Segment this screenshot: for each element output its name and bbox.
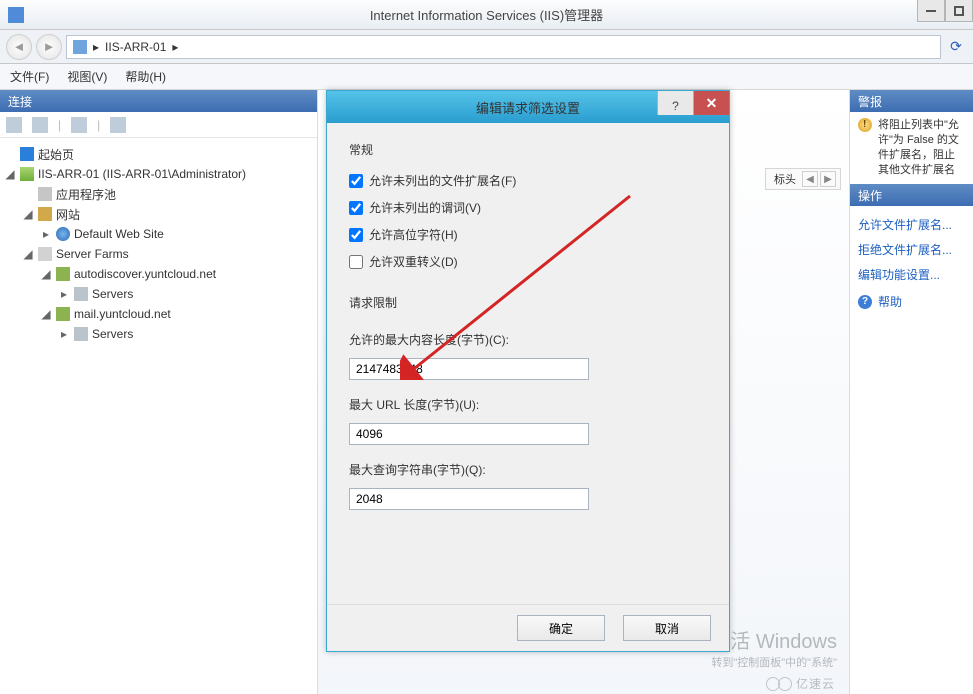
connections-title: 连接	[0, 90, 317, 112]
window-buttons	[917, 0, 973, 22]
label-max-content: 允许的最大内容长度(字节)(C):	[349, 331, 707, 348]
center-toolstrip: 标头 ◀ ▶	[765, 168, 841, 190]
breadcrumb[interactable]: ▸ IIS-ARR-01 ▸	[66, 35, 941, 59]
label-max-query: 最大查询字符串(字节)(Q):	[349, 461, 707, 478]
dialog-close-button[interactable]: ✕	[693, 91, 729, 115]
input-max-content[interactable]	[349, 358, 589, 380]
checkbox-double-escape[interactable]: 允许双重转义(D)	[349, 253, 707, 270]
connections-tree: 起始页 ◢IIS-ARR-01 (IIS-ARR-01\Administrato…	[0, 138, 317, 694]
checkbox-allow-ext-input[interactable]	[349, 174, 363, 188]
alert-text: 将阻止列表中"允许"为 False 的文件扩展名，阻止其他文件扩展名	[878, 118, 965, 178]
tree-app-pools[interactable]: 应用程序池	[4, 184, 313, 204]
nav-back-button[interactable]: ◄	[6, 34, 32, 60]
nav-forward-button[interactable]: ►	[36, 34, 62, 60]
toolbar-icon[interactable]	[6, 117, 22, 133]
refresh-button[interactable]: ⟳	[945, 36, 967, 58]
tree-farm-mail[interactable]: ◢mail.yuntcloud.net	[4, 304, 313, 324]
tree-start-page[interactable]: 起始页	[4, 144, 313, 164]
checkbox-highbit-input[interactable]	[349, 228, 363, 242]
group-limits: 请求限制	[349, 294, 707, 311]
input-max-query[interactable]	[349, 488, 589, 510]
breadcrumb-separator: ▸	[172, 40, 178, 54]
tree-sites[interactable]: ◢网站	[4, 204, 313, 224]
input-max-url[interactable]	[349, 423, 589, 445]
dialog-help-button[interactable]: ?	[657, 91, 693, 115]
minimize-button[interactable]	[917, 0, 945, 22]
toolbar-icon[interactable]	[110, 117, 126, 133]
tree-servers[interactable]: ▸Servers	[4, 284, 313, 304]
checkbox-allow-verb[interactable]: 允许未列出的谓词(V)	[349, 199, 707, 216]
toolstrip-label: 标头	[770, 171, 800, 187]
alert-row: 将阻止列表中"允许"为 False 的文件扩展名，阻止其他文件扩展名	[858, 118, 965, 178]
tree-default-site[interactable]: ▸Default Web Site	[4, 224, 313, 244]
app-icon	[8, 7, 24, 23]
action-deny-ext[interactable]: 拒绝文件扩展名...	[858, 237, 965, 262]
help-icon: ?	[858, 295, 872, 309]
actions-title: 操作	[850, 184, 973, 206]
window-title: Internet Information Services (IIS)管理器	[370, 5, 603, 24]
brand-logo: 亿速云	[766, 675, 835, 692]
alerts-pane: 警报 将阻止列表中"允许"为 False 的文件扩展名，阻止其他文件扩展名	[849, 90, 973, 184]
breadcrumb-text: IIS-ARR-01	[105, 40, 166, 54]
menu-view[interactable]: 视图(V)	[67, 68, 107, 85]
action-help[interactable]: ? 帮助	[858, 287, 965, 310]
toolbar-separator: |	[58, 118, 61, 132]
ok-button[interactable]: 确定	[517, 615, 605, 641]
connections-pane: 连接 | | 起始页 ◢IIS-ARR-01 (IIS-ARR-01\Admin…	[0, 90, 318, 694]
tree-server[interactable]: ◢IIS-ARR-01 (IIS-ARR-01\Administrator)	[4, 164, 313, 184]
breadcrumb-icon	[73, 40, 87, 54]
toolbar-icon[interactable]	[32, 117, 48, 133]
toolstrip-next[interactable]: ▶	[820, 171, 836, 187]
help-label: 帮助	[878, 293, 902, 310]
checkbox-double-escape-input[interactable]	[349, 255, 363, 269]
actions-pane: 操作 允许文件扩展名... 拒绝文件扩展名... 编辑功能设置... ? 帮助	[849, 184, 973, 694]
edit-request-filtering-dialog: 编辑请求筛选设置 ? ✕ 常规 允许未列出的文件扩展名(F) 允许未列出的谓词(…	[326, 90, 730, 652]
alerts-title: 警报	[850, 90, 973, 112]
menu-file[interactable]: 文件(F)	[10, 68, 49, 85]
titlebar: Internet Information Services (IIS)管理器	[0, 0, 973, 30]
tree-server-farms[interactable]: ◢Server Farms	[4, 244, 313, 264]
menu-bar: 文件(F) 视图(V) 帮助(H)	[0, 64, 973, 90]
dialog-button-row: 确定 取消	[327, 604, 729, 651]
connections-toolbar: | |	[0, 112, 317, 138]
nav-row: ◄ ► ▸ IIS-ARR-01 ▸ ⟳	[0, 30, 973, 64]
dialog-body: 常规 允许未列出的文件扩展名(F) 允许未列出的谓词(V) 允许高位字符(H) …	[327, 123, 729, 604]
action-allow-ext[interactable]: 允许文件扩展名...	[858, 212, 965, 237]
maximize-button[interactable]	[945, 0, 973, 22]
action-edit-feature[interactable]: 编辑功能设置...	[858, 262, 965, 287]
group-general: 常规	[349, 141, 707, 158]
brand-text: 亿速云	[796, 675, 835, 692]
right-panes: 警报 将阻止列表中"允许"为 False 的文件扩展名，阻止其他文件扩展名 操作…	[849, 90, 973, 694]
toolstrip-prev[interactable]: ◀	[802, 171, 818, 187]
checkbox-highbit[interactable]: 允许高位字符(H)	[349, 226, 707, 243]
toolbar-icon[interactable]	[71, 117, 87, 133]
dialog-titlebar: 编辑请求筛选设置 ? ✕	[327, 91, 729, 123]
watermark-line2: 转到"控制面板"中的"系统"	[710, 654, 837, 670]
cancel-button[interactable]: 取消	[623, 615, 711, 641]
checkbox-allow-ext[interactable]: 允许未列出的文件扩展名(F)	[349, 172, 707, 189]
checkbox-allow-verb-input[interactable]	[349, 201, 363, 215]
toolbar-separator: |	[97, 118, 100, 132]
dialog-title: 编辑请求筛选设置	[476, 98, 580, 117]
breadcrumb-separator: ▸	[93, 40, 99, 54]
label-max-url: 最大 URL 长度(字节)(U):	[349, 396, 707, 413]
menu-help[interactable]: 帮助(H)	[125, 68, 166, 85]
warning-icon	[858, 118, 872, 132]
tree-farm-autodiscover[interactable]: ◢autodiscover.yuntcloud.net	[4, 264, 313, 284]
tree-servers[interactable]: ▸Servers	[4, 324, 313, 344]
